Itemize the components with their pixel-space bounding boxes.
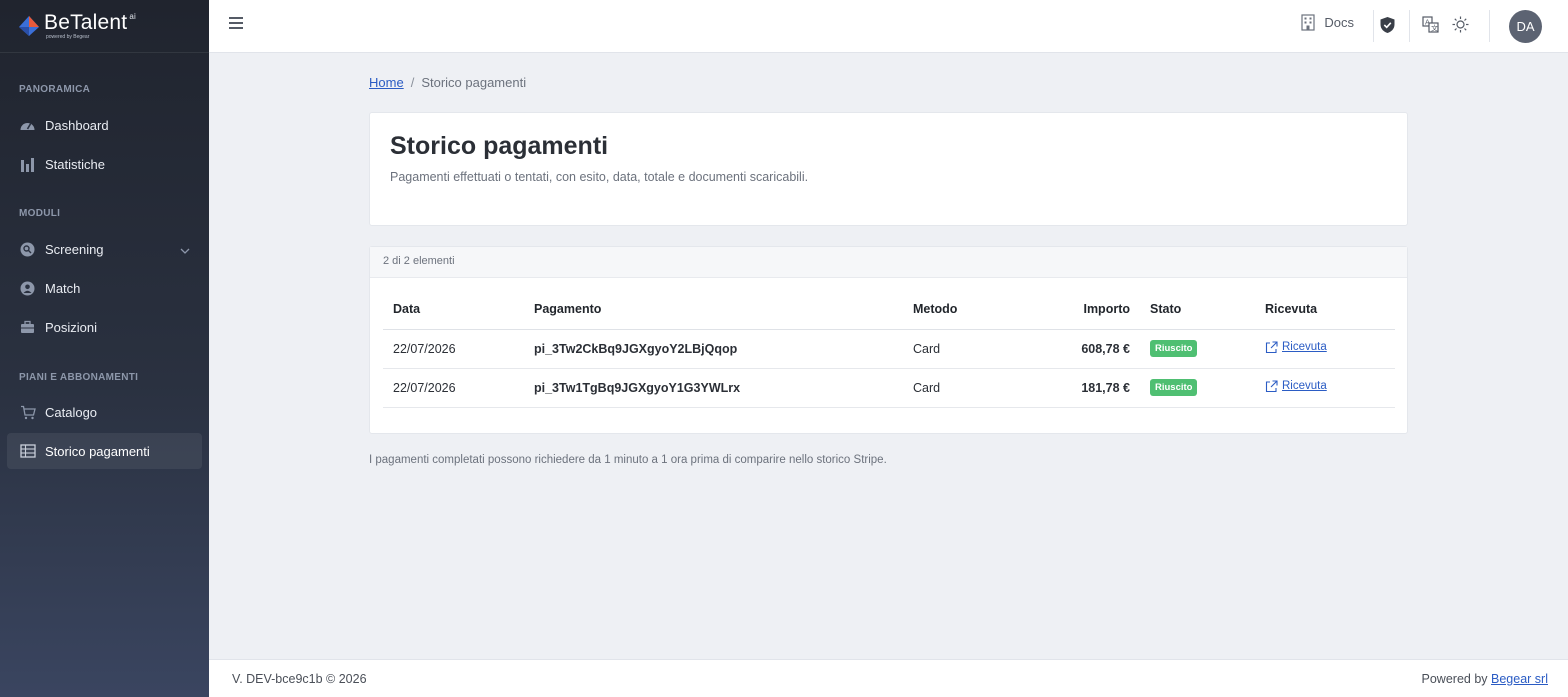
- bar-chart-icon: [19, 156, 36, 173]
- cell-date: 22/07/2026: [383, 368, 524, 408]
- screening-icon: [19, 241, 36, 258]
- cell-status: Riuscito: [1140, 368, 1255, 408]
- topbar-divider: [1373, 10, 1374, 42]
- cell-method: Card: [903, 329, 1023, 369]
- column-header-stato[interactable]: Stato: [1140, 289, 1255, 330]
- breadcrumb-separator: /: [410, 75, 415, 90]
- sidebar-item-label: Statistiche: [45, 156, 105, 172]
- sidebar-item-statistiche[interactable]: Statistiche: [7, 146, 202, 182]
- status-badge: Riuscito: [1150, 340, 1198, 357]
- svg-text:文: 文: [1431, 23, 1438, 32]
- nav-section-piani: PIANI E ABBONAMENTI: [19, 372, 139, 383]
- topbar-divider: [1489, 10, 1490, 42]
- docs-link[interactable]: Docs: [1301, 14, 1354, 31]
- powered-by-prefix: Powered by: [1421, 672, 1488, 686]
- table-icon: [19, 443, 36, 460]
- topbar-divider: [1409, 10, 1410, 42]
- building-icon: [1301, 14, 1315, 31]
- begear-link[interactable]: Begear srl: [1491, 672, 1548, 686]
- payments-table: Data Pagamento Metodo Importo Stato Rice…: [383, 289, 1395, 408]
- cell-payment-id: pi_3Tw1TgBq9JGXgyoY1G3YWLrx: [524, 368, 903, 408]
- page-title: Storico pagamenti: [390, 132, 609, 160]
- items-count: 2 di 2 elementi: [370, 247, 1407, 278]
- receipt-link[interactable]: Ricevuta: [1265, 379, 1327, 393]
- external-link-icon: [1265, 379, 1278, 392]
- nav-section-moduli: MODULI: [19, 208, 61, 219]
- cell-method: Card: [903, 368, 1023, 408]
- menu-toggle-icon[interactable]: [229, 17, 243, 31]
- column-header-importo[interactable]: Importo: [1023, 289, 1140, 330]
- chevron-down-icon: [180, 243, 190, 258]
- sidebar-item-storico-pagamenti[interactable]: Storico pagamenti: [7, 433, 202, 469]
- breadcrumb-current: Storico pagamenti: [421, 75, 527, 90]
- cart-icon: [19, 404, 36, 421]
- cell-receipt: Ricevuta: [1255, 329, 1395, 369]
- avatar[interactable]: DA: [1509, 10, 1542, 43]
- gauge-icon: [19, 117, 36, 134]
- version-text: V. DEV-bce9c1b © 2026: [232, 672, 367, 686]
- sidebar-item-label: Storico pagamenti: [45, 443, 150, 459]
- briefcase-icon: [19, 319, 36, 336]
- brand-sup: ai: [129, 12, 136, 21]
- breadcrumb: Home / Storico pagamenti: [369, 75, 526, 90]
- footer: V. DEV-bce9c1b © 2026 Powered by Begear …: [209, 659, 1568, 697]
- docs-label: Docs: [1324, 15, 1354, 30]
- sidebar: BeTalent ai powered by Begear PANORAMICA …: [0, 0, 209, 697]
- cell-payment-id: pi_3Tw2CkBq9JGXgyoY2LBjQqop: [524, 329, 903, 369]
- topbar: Docs A文 DA: [209, 0, 1568, 53]
- nav-section-panoramica: PANORAMICA: [19, 84, 91, 95]
- cell-status: Riuscito: [1140, 329, 1255, 369]
- powered-by: Powered by Begear srl: [1422, 672, 1548, 686]
- column-header-metodo[interactable]: Metodo: [903, 289, 1023, 330]
- cell-amount: 608,78 €: [1023, 329, 1140, 369]
- column-header-ricevuta[interactable]: Ricevuta: [1255, 289, 1395, 330]
- sidebar-item-match[interactable]: Match: [7, 270, 202, 306]
- receipt-link[interactable]: Ricevuta: [1265, 340, 1327, 354]
- sidebar-item-posizioni[interactable]: Posizioni: [7, 309, 202, 345]
- column-header-pagamento[interactable]: Pagamento: [524, 289, 903, 330]
- brand-logo[interactable]: BeTalent ai powered by Begear: [0, 0, 209, 53]
- translate-icon[interactable]: A文: [1422, 16, 1440, 34]
- breadcrumb-home-link[interactable]: Home: [369, 75, 404, 90]
- sidebar-item-label: Match: [45, 280, 81, 296]
- table-row: 22/07/2026 pi_3Tw1TgBq9JGXgyoY1G3YWLrx C…: [383, 368, 1395, 408]
- external-link-icon: [1265, 340, 1278, 353]
- sidebar-item-catalogo[interactable]: Catalogo: [7, 394, 202, 430]
- column-header-data[interactable]: Data: [383, 289, 524, 330]
- page-header-card: Storico pagamenti Pagamenti effettuati o…: [369, 112, 1408, 226]
- shield-check-icon[interactable]: [1379, 16, 1397, 34]
- table-row: 22/07/2026 pi_3Tw2CkBq9JGXgyoY2LBjQqop C…: [383, 329, 1395, 369]
- logo-mark-icon: [18, 15, 40, 37]
- sidebar-item-label: Catalogo: [45, 404, 98, 420]
- brand-tagline: powered by Begear: [46, 34, 90, 40]
- cell-date: 22/07/2026: [383, 329, 524, 369]
- user-circle-icon: [19, 280, 36, 297]
- sidebar-item-dashboard[interactable]: Dashboard: [7, 107, 202, 143]
- receipt-label: Ricevuta: [1282, 380, 1327, 392]
- sidebar-item-label: Screening: [45, 241, 104, 257]
- cell-receipt: Ricevuta: [1255, 368, 1395, 408]
- sidebar-item-label: Posizioni: [45, 319, 98, 335]
- table-header-row: Data Pagamento Metodo Importo Stato Rice…: [383, 289, 1395, 330]
- cell-amount: 181,78 €: [1023, 368, 1140, 408]
- page-subtitle: Pagamenti effettuati o tentati, con esit…: [390, 170, 809, 184]
- payments-table-card: 2 di 2 elementi Data Pagamento Metodo Im…: [369, 246, 1408, 434]
- receipt-label: Ricevuta: [1282, 341, 1327, 353]
- stripe-delay-note: I pagamenti completati possono richieder…: [369, 454, 887, 466]
- status-badge: Riuscito: [1150, 379, 1198, 396]
- sun-icon[interactable]: [1452, 16, 1470, 34]
- sidebar-item-screening[interactable]: Screening: [7, 231, 202, 267]
- brand-name: BeTalent: [44, 11, 128, 34]
- sidebar-item-label: Dashboard: [45, 117, 109, 133]
